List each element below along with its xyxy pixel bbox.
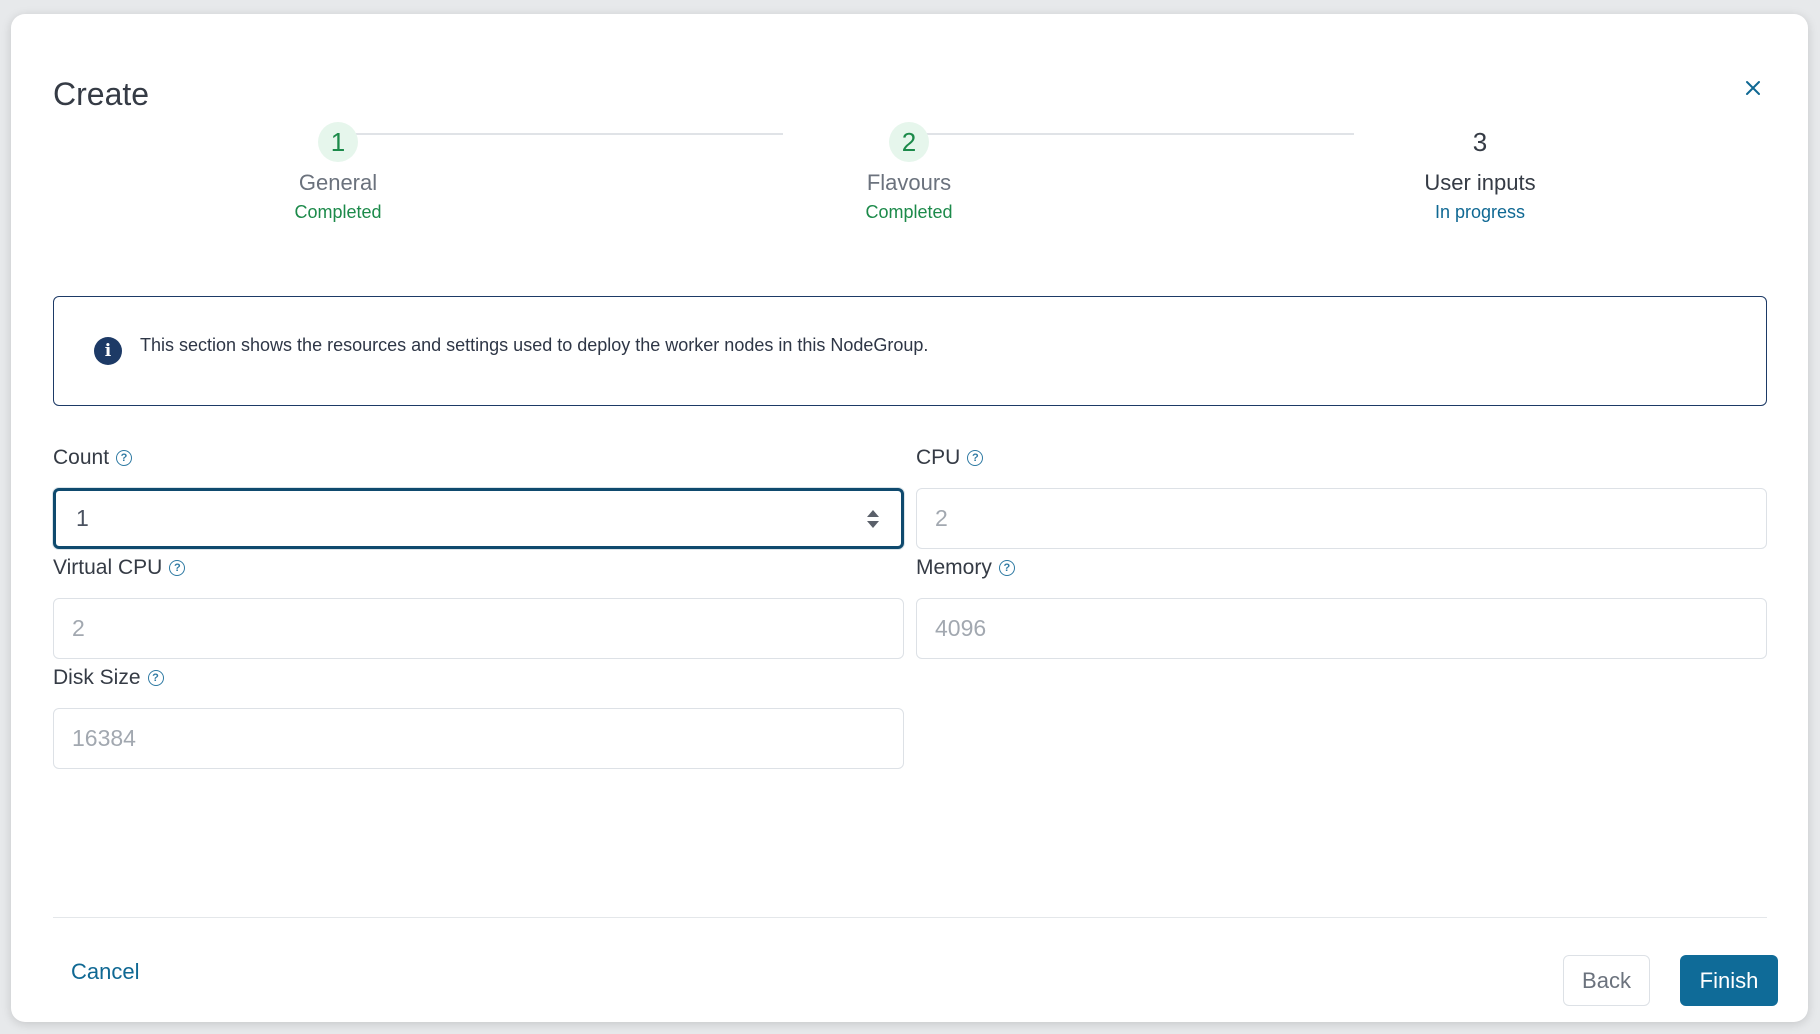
step-status: In progress bbox=[1434, 202, 1526, 222]
step-general: 1 General Completed bbox=[238, 122, 438, 223]
virtual-cpu-value: 2 bbox=[72, 615, 85, 641]
memory-input[interactable]: 4096 bbox=[916, 598, 1767, 659]
virtual-cpu-input[interactable]: 2 bbox=[53, 598, 904, 659]
count-label: Count bbox=[53, 446, 110, 469]
step-flavours: 2 Flavours Completed bbox=[809, 122, 1009, 223]
disk-size-field: Disk Size ? 16384 bbox=[53, 664, 904, 769]
step-title: User inputs bbox=[1424, 170, 1536, 195]
virtual-cpu-label: Virtual CPU bbox=[53, 556, 163, 579]
help-icon[interactable]: ? bbox=[147, 670, 164, 686]
chevron-up-icon[interactable] bbox=[867, 509, 879, 517]
count-value: 1 bbox=[76, 505, 89, 531]
disk-size-input[interactable]: 16384 bbox=[53, 708, 904, 769]
cancel-button[interactable]: Cancel bbox=[71, 959, 139, 985]
help-icon[interactable]: ? bbox=[169, 560, 186, 576]
step-title: General bbox=[298, 170, 378, 195]
step-status: Completed bbox=[294, 202, 382, 222]
step-number: 2 bbox=[889, 122, 929, 162]
help-icon[interactable]: ? bbox=[116, 450, 133, 466]
help-icon[interactable]: ? bbox=[967, 450, 984, 466]
cpu-value: 2 bbox=[935, 505, 948, 531]
footer-divider bbox=[53, 917, 1767, 918]
step-title: Flavours bbox=[866, 170, 952, 195]
info-alert: i This section shows the resources and s… bbox=[53, 296, 1767, 406]
cpu-field: CPU ? 2 bbox=[916, 444, 1767, 549]
help-icon[interactable]: ? bbox=[998, 560, 1015, 576]
memory-label: Memory bbox=[916, 556, 992, 579]
step-number: 3 bbox=[1472, 126, 1488, 157]
step-user-inputs: 3 User inputs In progress bbox=[1380, 122, 1580, 223]
create-modal: Create 1 General Completed 2 Flavours Co… bbox=[11, 14, 1808, 1022]
info-icon: i bbox=[94, 337, 122, 365]
count-stepper[interactable] bbox=[867, 509, 879, 528]
virtual-cpu-field: Virtual CPU ? 2 bbox=[53, 554, 904, 659]
memory-field: Memory ? 4096 bbox=[916, 554, 1767, 659]
chevron-down-icon[interactable] bbox=[867, 520, 879, 528]
memory-value: 4096 bbox=[935, 615, 987, 641]
disk-size-label: Disk Size bbox=[53, 666, 141, 689]
count-field: Count ? 1 bbox=[53, 444, 904, 549]
cpu-input[interactable]: 2 bbox=[916, 488, 1767, 549]
info-text: This section shows the resources and set… bbox=[140, 335, 929, 355]
disk-size-value: 16384 bbox=[72, 725, 136, 751]
back-button[interactable]: Back bbox=[1563, 955, 1650, 1006]
step-status: Completed bbox=[865, 202, 953, 222]
finish-button[interactable]: Finish bbox=[1680, 955, 1778, 1006]
stepper: 1 General Completed 2 Flavours Completed… bbox=[11, 14, 1808, 244]
step-number: 1 bbox=[318, 122, 358, 162]
count-input[interactable]: 1 bbox=[53, 488, 904, 549]
cpu-label: CPU bbox=[916, 446, 961, 469]
